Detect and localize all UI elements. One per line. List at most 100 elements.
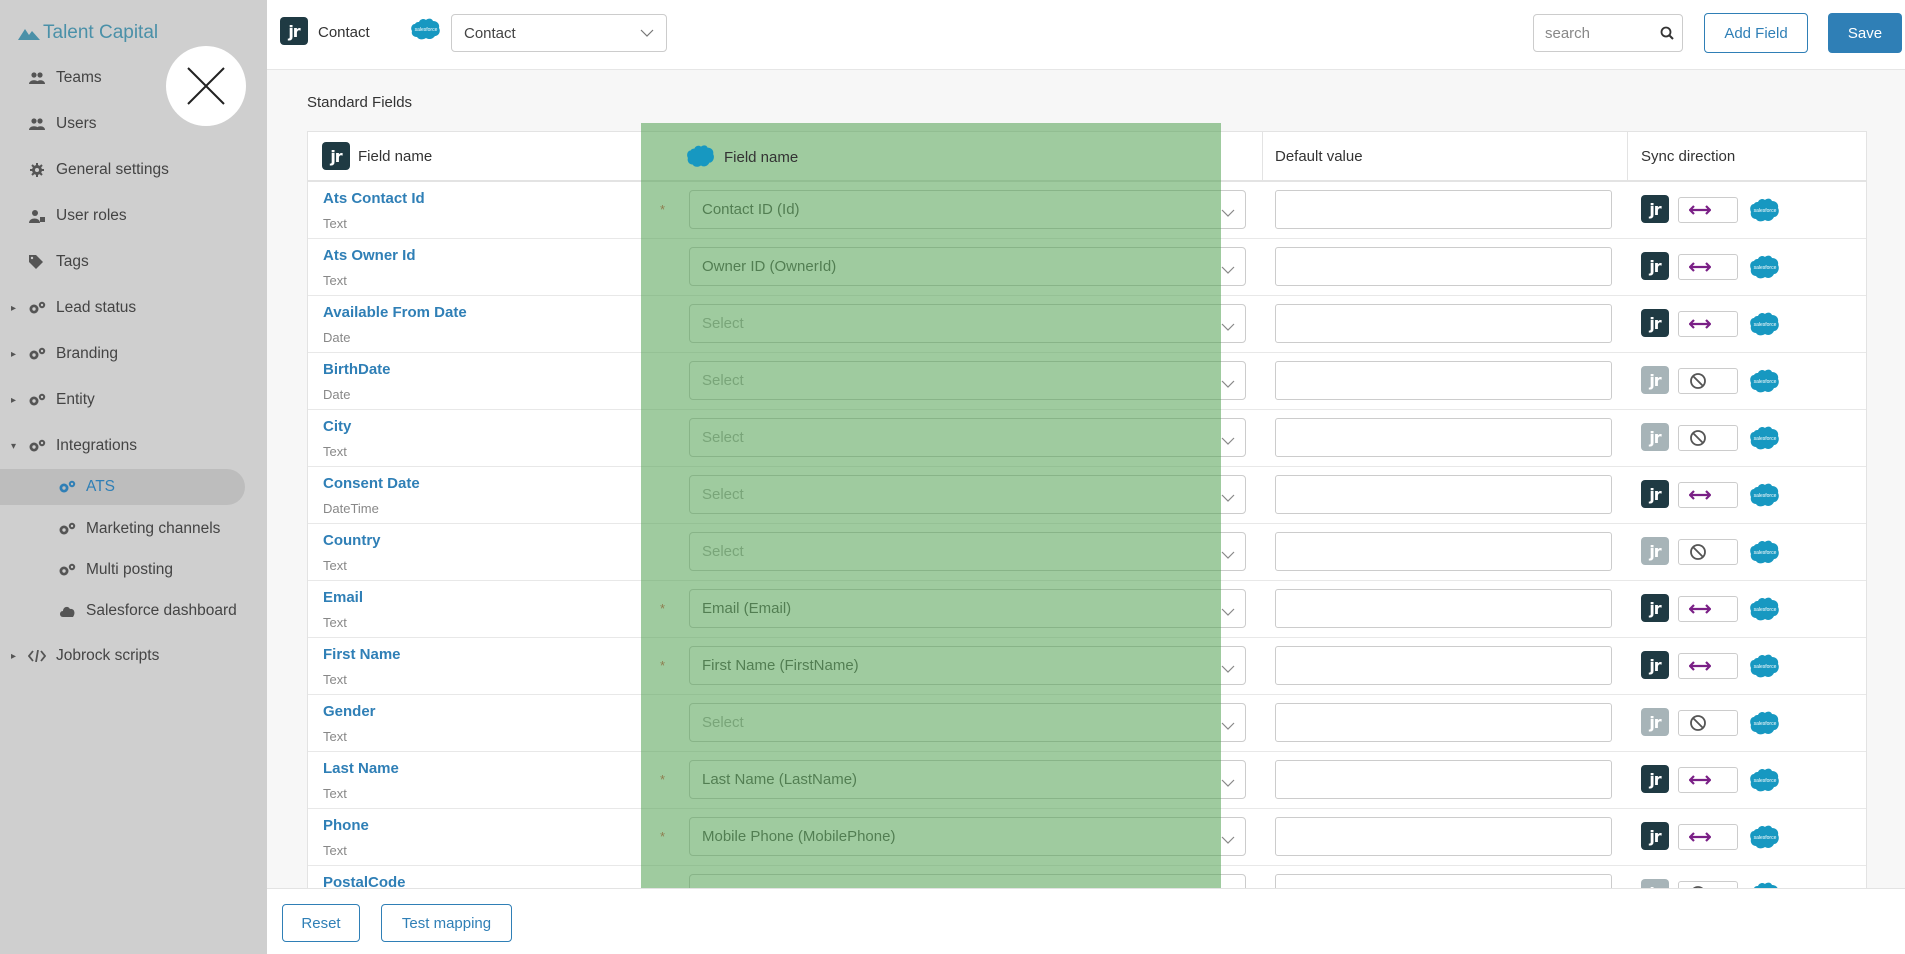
table-row: City Text Select jr salesforce (308, 410, 1866, 467)
sidebar-item-salesforce-dashboard[interactable]: Salesforce dashboard (0, 593, 245, 629)
default-value-input[interactable] (1275, 817, 1612, 856)
default-value-input[interactable] (1275, 874, 1612, 888)
salesforce-field-select[interactable]: Select (689, 418, 1246, 457)
salesforce-logo-icon: salesforce (1749, 880, 1781, 888)
caret-right-icon[interactable]: ▸ (11, 395, 16, 406)
save-button[interactable]: Save (1828, 13, 1902, 53)
sync-direction-toggle[interactable] (1678, 311, 1738, 337)
chevron-down-icon (1221, 375, 1235, 392)
field-name-link[interactable]: PostalCode (323, 874, 406, 888)
salesforce-field-select-value: Select (702, 429, 744, 446)
default-value-input[interactable] (1275, 304, 1612, 343)
sync-direction-toggle[interactable] (1678, 425, 1738, 451)
search-input[interactable] (1545, 24, 1655, 42)
sidebar-item-label: Integrations (56, 437, 137, 454)
sidebar-item-branding[interactable]: ▸ Branding (0, 336, 245, 372)
default-value-input[interactable] (1275, 247, 1612, 286)
field-name-link[interactable]: Ats Contact Id (323, 190, 425, 207)
sync-direction-toggle[interactable] (1678, 539, 1738, 565)
default-value-input[interactable] (1275, 190, 1612, 229)
svg-text:salesforce: salesforce (1754, 721, 1777, 727)
salesforce-field-select[interactable]: Select (689, 304, 1246, 343)
required-marker: * (660, 772, 666, 787)
sidebar-item-entity[interactable]: ▸ Entity (0, 382, 245, 418)
salesforce-field-select-value: First Name (FirstName) (702, 657, 859, 674)
default-value-input[interactable] (1275, 760, 1612, 799)
column-divider (1262, 132, 1263, 180)
field-name-link[interactable]: First Name (323, 646, 401, 663)
brand-logo[interactable]: Talent Capital (18, 20, 158, 46)
field-type: Text (323, 615, 347, 630)
sidebar-item-jobrock-scripts[interactable]: ▸ Jobrock scripts (0, 638, 245, 674)
sidebar-item-ats[interactable]: ATS (0, 469, 245, 505)
sync-direction-toggle[interactable] (1678, 596, 1738, 622)
field-name-link[interactable]: Country (323, 532, 381, 549)
field-name-link[interactable]: Last Name (323, 760, 399, 777)
caret-right-icon[interactable]: ▸ (11, 349, 16, 360)
caret-right-icon[interactable]: ▸ (11, 303, 16, 314)
reset-button[interactable]: Reset (282, 904, 360, 942)
default-value-input[interactable] (1275, 418, 1612, 457)
field-name-link[interactable]: Available From Date (323, 304, 467, 321)
default-value-input[interactable] (1275, 703, 1612, 742)
brand-name: Talent Capital (43, 22, 159, 43)
salesforce-field-select[interactable] (689, 874, 1246, 888)
sidebar-item-users[interactable]: Users (0, 106, 245, 142)
salesforce-field-select[interactable]: Contact ID (Id) (689, 190, 1246, 229)
default-value-input[interactable] (1275, 475, 1612, 514)
field-name-link[interactable]: Gender (323, 703, 376, 720)
chevron-down-icon (1221, 831, 1235, 848)
default-value-input[interactable] (1275, 361, 1612, 400)
svg-text:salesforce: salesforce (1754, 664, 1777, 670)
sidebar-item-user-roles[interactable]: User roles (0, 198, 245, 234)
sidebar-item-label: Jobrock scripts (56, 647, 160, 664)
sync-direction-toggle[interactable] (1678, 254, 1738, 280)
salesforce-field-select[interactable]: Select (689, 703, 1246, 742)
sidebar-item-teams[interactable]: Teams (0, 60, 245, 96)
salesforce-logo-icon: salesforce (1749, 481, 1781, 513)
test-mapping-button[interactable]: Test mapping (381, 904, 512, 942)
sync-direction-toggle[interactable] (1678, 197, 1738, 223)
sync-direction-toggle[interactable] (1678, 881, 1738, 888)
default-value-input[interactable] (1275, 589, 1612, 628)
salesforce-field-select[interactable]: Select (689, 475, 1246, 514)
sidebar-item-lead-status[interactable]: ▸ Lead status (0, 290, 245, 326)
sync-direction-toggle[interactable] (1678, 482, 1738, 508)
field-name-link[interactable]: Email (323, 589, 363, 606)
salesforce-field-select[interactable]: Mobile Phone (MobilePhone) (689, 817, 1246, 856)
salesforce-logo-icon: salesforce (410, 17, 442, 45)
salesforce-field-select[interactable]: Select (689, 532, 1246, 571)
sidebar-item-integrations[interactable]: ▾ Integrations (0, 428, 245, 464)
search-icon[interactable] (1660, 26, 1674, 40)
field-name-link[interactable]: BirthDate (323, 361, 391, 378)
sidebar-item-tags[interactable]: Tags (0, 244, 245, 280)
object-select-value: Contact (464, 24, 516, 42)
salesforce-field-select[interactable]: First Name (FirstName) (689, 646, 1246, 685)
add-field-button[interactable]: Add Field (1704, 13, 1808, 53)
sidebar-item-general-settings[interactable]: General settings (0, 152, 245, 188)
field-name-link[interactable]: Phone (323, 817, 369, 834)
default-value-input[interactable] (1275, 646, 1612, 685)
default-value-input[interactable] (1275, 532, 1612, 571)
caret-down-icon[interactable]: ▾ (11, 441, 16, 452)
sidebar-item-label: Salesforce dashboard (86, 602, 237, 619)
field-name-link[interactable]: Ats Owner Id (323, 247, 416, 264)
svg-text:salesforce: salesforce (415, 27, 438, 33)
sync-direction-toggle[interactable] (1678, 710, 1738, 736)
sidebar-item-multi-posting[interactable]: Multi posting (0, 552, 245, 588)
caret-right-icon[interactable]: ▸ (11, 651, 16, 662)
salesforce-field-select[interactable]: Last Name (LastName) (689, 760, 1246, 799)
field-name-link[interactable]: City (323, 418, 351, 435)
field-name-link[interactable]: Consent Date (323, 475, 420, 492)
sync-direction-toggle[interactable] (1678, 653, 1738, 679)
sync-direction-toggle[interactable] (1678, 368, 1738, 394)
gears-icon (28, 299, 46, 317)
object-select[interactable]: Contact (451, 14, 667, 52)
salesforce-field-select[interactable]: Select (689, 361, 1246, 400)
salesforce-field-select[interactable]: Email (Email) (689, 589, 1246, 628)
sidebar-item-marketing-channels[interactable]: Marketing channels (0, 511, 245, 547)
sync-direction-toggle[interactable] (1678, 767, 1738, 793)
salesforce-field-select[interactable]: Owner ID (OwnerId) (689, 247, 1246, 286)
tags-icon (28, 253, 46, 271)
sync-direction-toggle[interactable] (1678, 824, 1738, 850)
